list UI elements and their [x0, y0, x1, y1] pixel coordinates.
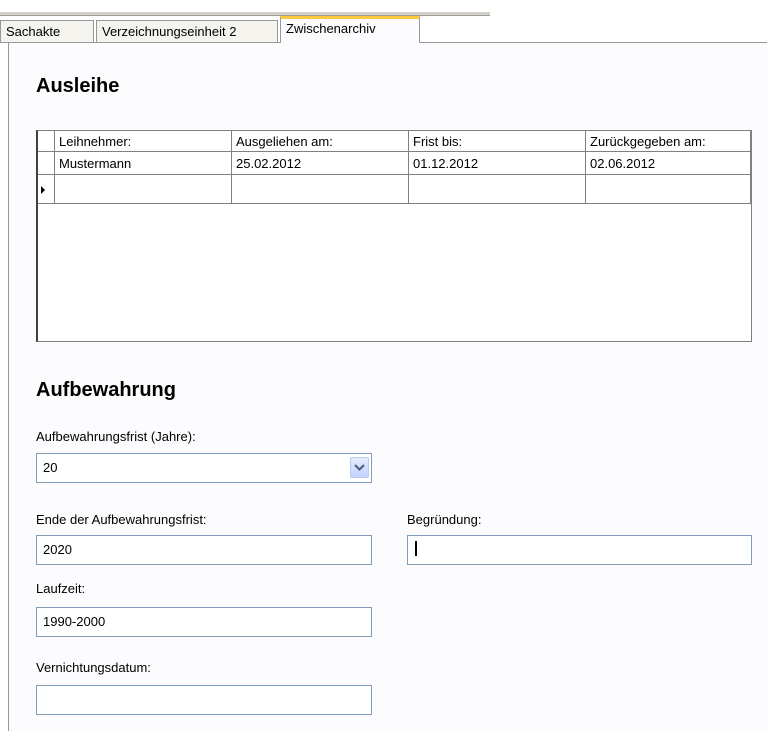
section-heading-aufbewahrung: Aufbewahrung — [36, 379, 176, 401]
row-pointer-icon — [41, 185, 45, 194]
cell-zurueckgegeben-am[interactable]: 02.06.2012 — [585, 151, 751, 175]
chevron-down-icon — [354, 464, 365, 472]
begruendung-field[interactable] — [407, 535, 752, 565]
laufzeit-field[interactable]: 1990-2000 — [36, 607, 372, 637]
top-toolbar-strip — [0, 0, 767, 17]
aufbewahrungsfrist-select[interactable]: 20 — [36, 453, 372, 483]
table-row[interactable]: Mustermann 25.02.2012 01.12.2012 02.06.2… — [38, 151, 751, 175]
cell-new-leihnehmer[interactable] — [54, 174, 232, 204]
column-header-leihnehmer[interactable]: Leihnehmer: — [54, 131, 232, 152]
cell-frist-bis[interactable]: 01.12.2012 — [408, 151, 586, 175]
column-header-frist-bis[interactable]: Frist bis: — [408, 131, 586, 152]
vernichtungsdatum-field[interactable] — [36, 685, 372, 715]
laufzeit-label: Laufzeit: — [36, 581, 86, 596]
section-heading-ausleihe: Ausleihe — [36, 75, 120, 97]
new-row[interactable] — [38, 174, 751, 204]
tab-sachakte[interactable]: Sachakte — [0, 20, 94, 42]
text-cursor — [415, 541, 417, 556]
row-selector[interactable] — [38, 151, 55, 175]
ende-aufbewahrungsfrist-label: Ende der Aufbewahrungsfrist: — [36, 512, 207, 527]
aufbewahrungsfrist-label: Aufbewahrungsfrist (Jahre): — [36, 429, 196, 444]
cell-new-zurueckgegeben-am[interactable] — [585, 174, 751, 204]
column-header-ausgeliehen-am[interactable]: Ausgeliehen am: — [231, 131, 409, 152]
column-header-zurueckgegeben-am[interactable]: Zurückgegeben am: — [585, 131, 751, 152]
aufbewahrungsfrist-value: 20 — [43, 460, 58, 475]
ende-aufbewahrungsfrist-field[interactable]: 2020 — [36, 535, 372, 565]
current-row-indicator[interactable] — [38, 174, 55, 204]
row-selector-header — [38, 131, 55, 152]
cell-new-ausgeliehen-am[interactable] — [231, 174, 409, 204]
ausleihe-grid[interactable]: Leihnehmer: Ausgeliehen am: Frist bis: Z… — [36, 130, 752, 342]
dropdown-button[interactable] — [350, 457, 369, 478]
cell-ausgeliehen-am[interactable]: 25.02.2012 — [231, 151, 409, 175]
tab-verzeichnungseinheit-2[interactable]: Verzeichnungseinheit 2 — [96, 20, 278, 42]
tab-zwischenarchiv[interactable]: Zwischenarchiv — [280, 16, 420, 43]
cell-new-frist-bis[interactable] — [408, 174, 586, 204]
cell-leihnehmer[interactable]: Mustermann — [54, 151, 232, 175]
grid-header-row: Leihnehmer: Ausgeliehen am: Frist bis: Z… — [38, 131, 751, 152]
begruendung-label: Begründung: — [407, 512, 482, 527]
vernichtungsdatum-label: Vernichtungsdatum: — [36, 660, 151, 675]
